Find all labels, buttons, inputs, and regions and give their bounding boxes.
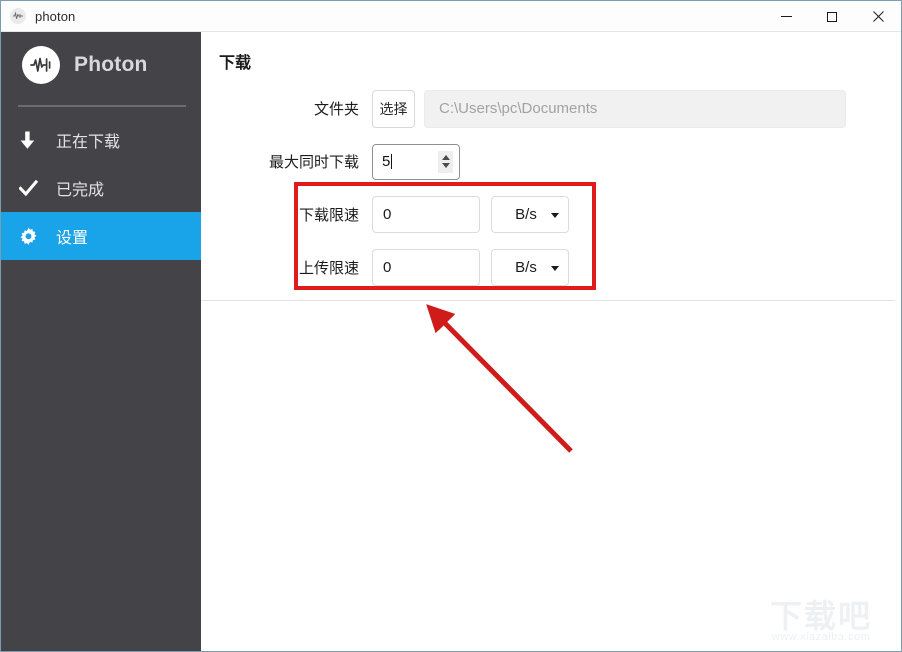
upload-limit-input[interactable]: 0 (372, 249, 480, 286)
window-title: photon (35, 8, 76, 24)
upload-limit-unit-select[interactable]: B/s (491, 249, 569, 286)
page-title: 下载 (219, 55, 252, 72)
section-divider (201, 300, 895, 301)
folder-label: 文件夹 (313, 101, 359, 118)
sidebar-nav: 正在下载 已完成 设置 (1, 116, 201, 260)
close-button[interactable] (855, 1, 901, 32)
sidebar-item-label: 正在下载 (56, 134, 121, 151)
application-window: photon Photon 正在下载 已完成 设置 下载 文件夹 选择 C:\U… (0, 0, 902, 652)
download-limit-unit-select[interactable]: B/s (491, 196, 569, 233)
max-concurrent-value: 5 (382, 153, 391, 170)
chevron-down-icon (551, 212, 559, 218)
sidebar-item-label: 已完成 (56, 182, 105, 199)
sidebar-item-downloading[interactable]: 正在下载 (1, 116, 201, 164)
upload-limit-row: 上传限速 0 B/s (201, 241, 901, 294)
watermark: 下载吧 www.xiazaiba.com (751, 599, 891, 643)
gear-icon (19, 227, 45, 246)
sidebar-item-settings[interactable]: 设置 (1, 212, 201, 260)
content-area: 下载 文件夹 选择 C:\Users\pc\Documents 最大同时下载 5 (201, 32, 901, 651)
title-bar: photon (1, 1, 901, 32)
sidebar-item-completed[interactable]: 已完成 (1, 164, 201, 212)
settings-form: 文件夹 选择 C:\Users\pc\Documents 最大同时下载 5 下载… (201, 82, 901, 294)
watermark-text: 下载吧 (769, 598, 872, 634)
stepper-up-icon[interactable] (441, 155, 450, 160)
window-controls (763, 1, 901, 32)
max-concurrent-stepper[interactable] (438, 150, 453, 173)
stepper-down-icon[interactable] (441, 163, 450, 168)
folder-path-field[interactable]: C:\Users\pc\Documents (424, 89, 846, 128)
upload-limit-label: 上传限速 (298, 260, 359, 277)
sidebar: Photon 正在下载 已完成 设置 (1, 32, 201, 651)
brand: Photon (1, 32, 201, 98)
choose-folder-button[interactable]: 选择 (372, 89, 415, 128)
text-caret (391, 154, 393, 169)
watermark-url: www.xiazaiba.com (771, 631, 871, 643)
app-waveform-icon (10, 8, 26, 24)
chevron-down-icon (551, 265, 559, 271)
max-concurrent-row: 最大同时下载 5 (201, 135, 901, 188)
check-icon (19, 179, 45, 197)
sidebar-item-label: 设置 (56, 230, 89, 247)
maximize-icon (827, 11, 837, 22)
download-limit-row: 下载限速 0 B/s (201, 188, 901, 241)
max-concurrent-label: 最大同时下载 (268, 154, 359, 171)
close-icon (872, 11, 884, 22)
max-concurrent-input[interactable]: 5 (372, 143, 460, 180)
download-arrow-icon (19, 131, 45, 150)
brand-name: Photon (74, 53, 148, 76)
minimize-button[interactable] (763, 1, 809, 32)
minimize-icon (780, 16, 792, 17)
brand-waveform-icon (22, 46, 60, 84)
maximize-button[interactable] (809, 1, 855, 32)
folder-row: 文件夹 选择 C:\Users\pc\Documents (201, 82, 901, 135)
sidebar-divider (18, 105, 186, 107)
download-limit-label: 下载限速 (298, 207, 359, 224)
download-limit-input[interactable]: 0 (372, 196, 480, 233)
